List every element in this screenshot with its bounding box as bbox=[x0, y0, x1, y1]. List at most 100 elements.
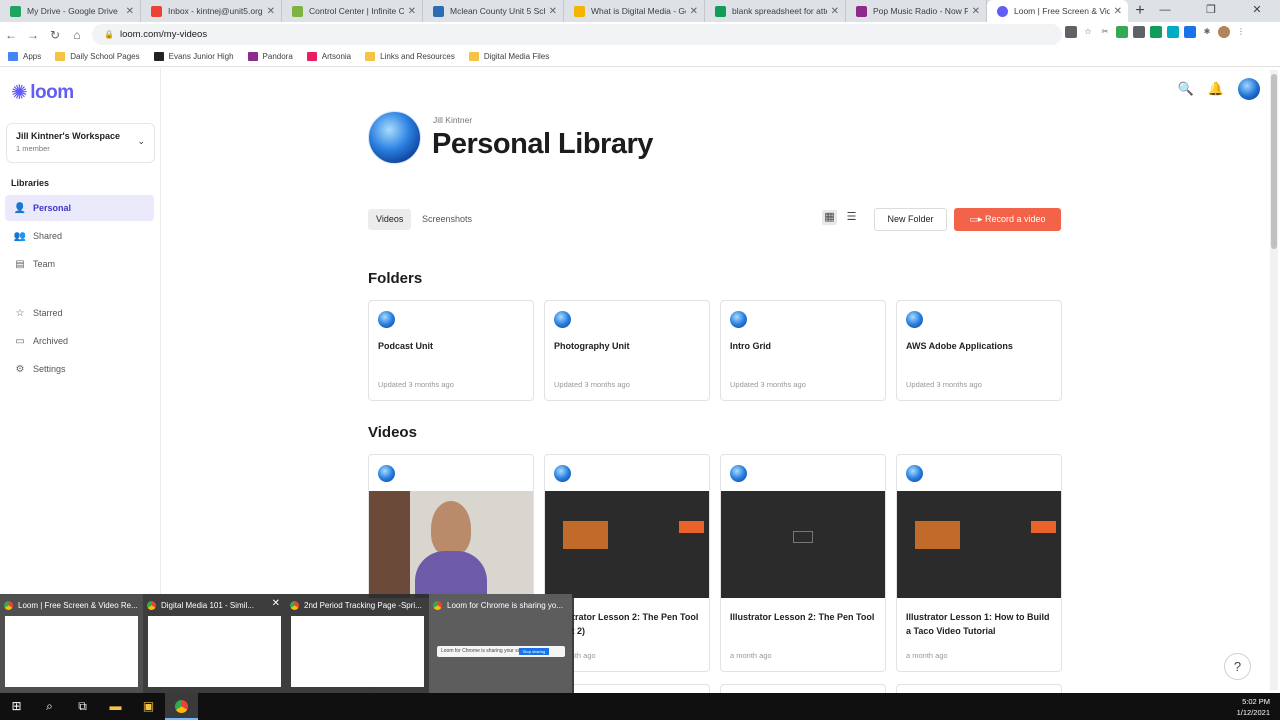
scrollbar-thumb[interactable] bbox=[1271, 74, 1277, 249]
home-icon[interactable]: ⌂ bbox=[66, 28, 88, 42]
video-card[interactable]: Illustrator Lesson 1: How to Build a Tac… bbox=[896, 454, 1062, 672]
loom-logo[interactable]: ✺ loom bbox=[11, 80, 74, 105]
close-tab-icon[interactable]: ✕ bbox=[831, 6, 839, 17]
close-tab-icon[interactable]: ✕ bbox=[1114, 6, 1122, 17]
folder-card[interactable]: AWS Adobe Applications Updated 3 months … bbox=[896, 300, 1062, 401]
close-window-icon[interactable]: ✕ bbox=[1234, 0, 1280, 22]
bookmark-label: Pandora bbox=[262, 52, 293, 61]
pandora-icon bbox=[247, 52, 258, 61]
puzzle-icon[interactable]: ✱ bbox=[1201, 26, 1213, 38]
windows-start-icon[interactable]: ⊞ bbox=[0, 693, 33, 720]
stop-sharing-button[interactable]: Stop sharing bbox=[519, 648, 549, 655]
close-tab-icon[interactable]: ✕ bbox=[690, 6, 698, 17]
profile-avatar[interactable] bbox=[1218, 26, 1230, 38]
sidebar-item-starred[interactable]: ☆ Starred bbox=[5, 300, 154, 326]
tab-videos[interactable]: Videos bbox=[368, 209, 412, 230]
close-tab-icon[interactable]: ✕ bbox=[408, 6, 416, 17]
forward-icon[interactable]: → bbox=[22, 28, 44, 42]
minimize-icon[interactable]: — bbox=[1142, 0, 1188, 22]
workspace-switcher[interactable]: Jill Kintner's Workspace 1 member ⌄ bbox=[6, 123, 155, 163]
close-tab-icon[interactable]: ✕ bbox=[549, 6, 557, 17]
help-button[interactable]: ? bbox=[1224, 653, 1251, 680]
extension-icon[interactable] bbox=[1167, 26, 1179, 38]
folder-card[interactable]: Intro Grid Updated 3 months ago bbox=[720, 300, 886, 401]
extension-icon[interactable] bbox=[1133, 26, 1145, 38]
browser-tab[interactable]: My Drive - Google Drive ✕ bbox=[0, 0, 141, 22]
bookmark-folder[interactable]: Digital Media Files bbox=[468, 52, 549, 61]
browser-tab[interactable]: Pop Music Radio - Now Playing ✕ bbox=[846, 0, 987, 22]
tab-title: What is Digital Media - Google bbox=[591, 6, 686, 16]
extension-icon[interactable] bbox=[1116, 26, 1128, 38]
bookmark-folder[interactable]: Daily School Pages bbox=[55, 52, 140, 61]
chrome-taskbar-icon[interactable] bbox=[165, 693, 198, 720]
sidebar-item-personal[interactable]: 👤 Personal bbox=[5, 195, 154, 221]
lock-icon: 🔒 bbox=[104, 30, 114, 39]
list-view-icon[interactable]: ☰ bbox=[844, 210, 859, 225]
bookmark-folder[interactable]: Links and Resources bbox=[365, 52, 455, 61]
bookmark-apps[interactable]: Apps bbox=[8, 52, 41, 61]
window-preview[interactable]: Loom for Chrome is sharing yo... Loom fo… bbox=[429, 594, 572, 693]
menu-dots-icon[interactable]: ⋮ bbox=[1235, 26, 1247, 38]
window-preview[interactable]: 2nd Period Tracking Page -Spri... bbox=[286, 594, 429, 693]
reload-icon[interactable]: ↻ bbox=[44, 28, 66, 42]
video-card[interactable] bbox=[896, 684, 1062, 693]
browser-tab-strip: My Drive - Google Drive ✕ Inbox - kintnej… bbox=[0, 0, 1280, 22]
browser-tab-active[interactable]: Loom | Free Screen & Video ✕ bbox=[987, 0, 1128, 22]
address-bar[interactable]: 🔒 loom.com/my-videos bbox=[92, 24, 1062, 45]
sidebar-item-settings[interactable]: ⚙ Settings bbox=[5, 356, 154, 382]
sidebar-item-archived[interactable]: ▭ Archived bbox=[5, 328, 154, 354]
close-tab-icon[interactable]: ✕ bbox=[972, 6, 980, 17]
preview-title: Loom for Chrome is sharing yo... bbox=[447, 600, 564, 610]
close-tab-icon[interactable]: ✕ bbox=[267, 6, 275, 17]
video-card[interactable]: Illustrator Lesson 2: The Pen Tool a mon… bbox=[720, 454, 886, 672]
logo-text: loom bbox=[30, 81, 74, 103]
grid-view-icon[interactable]: ▦ bbox=[822, 210, 837, 225]
page-scrollbar[interactable] bbox=[1270, 70, 1278, 690]
extension-icon[interactable]: ✂ bbox=[1099, 26, 1111, 38]
bookmark-star-icon[interactable]: ☆ bbox=[1082, 26, 1094, 38]
browser-tab[interactable]: blank spreadsheet for attendance ✕ bbox=[705, 0, 846, 22]
file-explorer-icon[interactable]: ▬ bbox=[99, 693, 132, 720]
tab-title: Pop Music Radio - Now Playing bbox=[873, 6, 968, 16]
close-tab-icon[interactable]: ✕ bbox=[126, 6, 134, 17]
browser-tab[interactable]: What is Digital Media - Google ✕ bbox=[564, 0, 705, 22]
close-preview-icon[interactable]: ✕ bbox=[272, 598, 280, 609]
window-preview[interactable]: Loom | Free Screen & Video Re... bbox=[0, 594, 143, 693]
folder-card[interactable]: Podcast Unit Updated 3 months ago bbox=[368, 300, 534, 401]
sidebar-item-shared[interactable]: 👥 Shared bbox=[5, 223, 154, 249]
system-clock[interactable]: 5:02 PM 1/12/2021 bbox=[1237, 696, 1270, 718]
search-icon[interactable]: ⌕ bbox=[33, 693, 66, 720]
record-video-button[interactable]: ▭▸ Record a video bbox=[954, 208, 1061, 231]
bookmark-link[interactable]: Evans Junior High bbox=[153, 52, 234, 61]
browser-tab[interactable]: Mclean County Unit 5 Schools ✕ bbox=[423, 0, 564, 22]
folder-name: Podcast Unit bbox=[378, 341, 434, 351]
extension-icon[interactable] bbox=[1184, 26, 1196, 38]
bell-icon[interactable]: 🔔 bbox=[1208, 81, 1224, 97]
sidebar-item-label: Starred bbox=[33, 308, 63, 318]
search-icon[interactable]: 🔍 bbox=[1178, 81, 1194, 97]
video-card[interactable] bbox=[720, 684, 886, 693]
store-icon[interactable]: ▣ bbox=[132, 693, 165, 720]
bookmark-link[interactable]: Pandora bbox=[247, 52, 293, 61]
archive-icon: ▭ bbox=[15, 335, 25, 347]
folder-card[interactable]: Photography Unit Updated 3 months ago bbox=[544, 300, 710, 401]
back-icon[interactable]: ← bbox=[0, 28, 22, 42]
task-view-icon[interactable]: ⧉ bbox=[66, 693, 99, 720]
preview-thumbnail bbox=[291, 616, 424, 687]
video-thumbnail bbox=[369, 491, 533, 598]
tab-screenshots[interactable]: Screenshots bbox=[414, 209, 480, 230]
user-avatar[interactable] bbox=[1238, 78, 1260, 100]
person-icon: 👤 bbox=[13, 202, 27, 214]
folder-name: Intro Grid bbox=[730, 341, 771, 351]
preview-title: Loom | Free Screen & Video Re... bbox=[18, 600, 138, 610]
window-preview[interactable]: Digital Media 101 - Simil... ✕ bbox=[143, 594, 286, 693]
camera-icon[interactable] bbox=[1065, 26, 1077, 38]
browser-tab[interactable]: Control Center | Infinite Campus ✕ bbox=[282, 0, 423, 22]
sidebar-item-team[interactable]: ▤ Team bbox=[5, 251, 154, 277]
browser-tab[interactable]: Inbox - kintnej@unit5.org ✕ bbox=[141, 0, 282, 22]
folder-avatar bbox=[378, 311, 395, 328]
bookmark-link[interactable]: Artsonia bbox=[306, 52, 351, 61]
new-folder-button[interactable]: New Folder bbox=[874, 208, 947, 231]
restore-icon[interactable]: ❐ bbox=[1188, 0, 1234, 22]
extension-icon[interactable] bbox=[1150, 26, 1162, 38]
